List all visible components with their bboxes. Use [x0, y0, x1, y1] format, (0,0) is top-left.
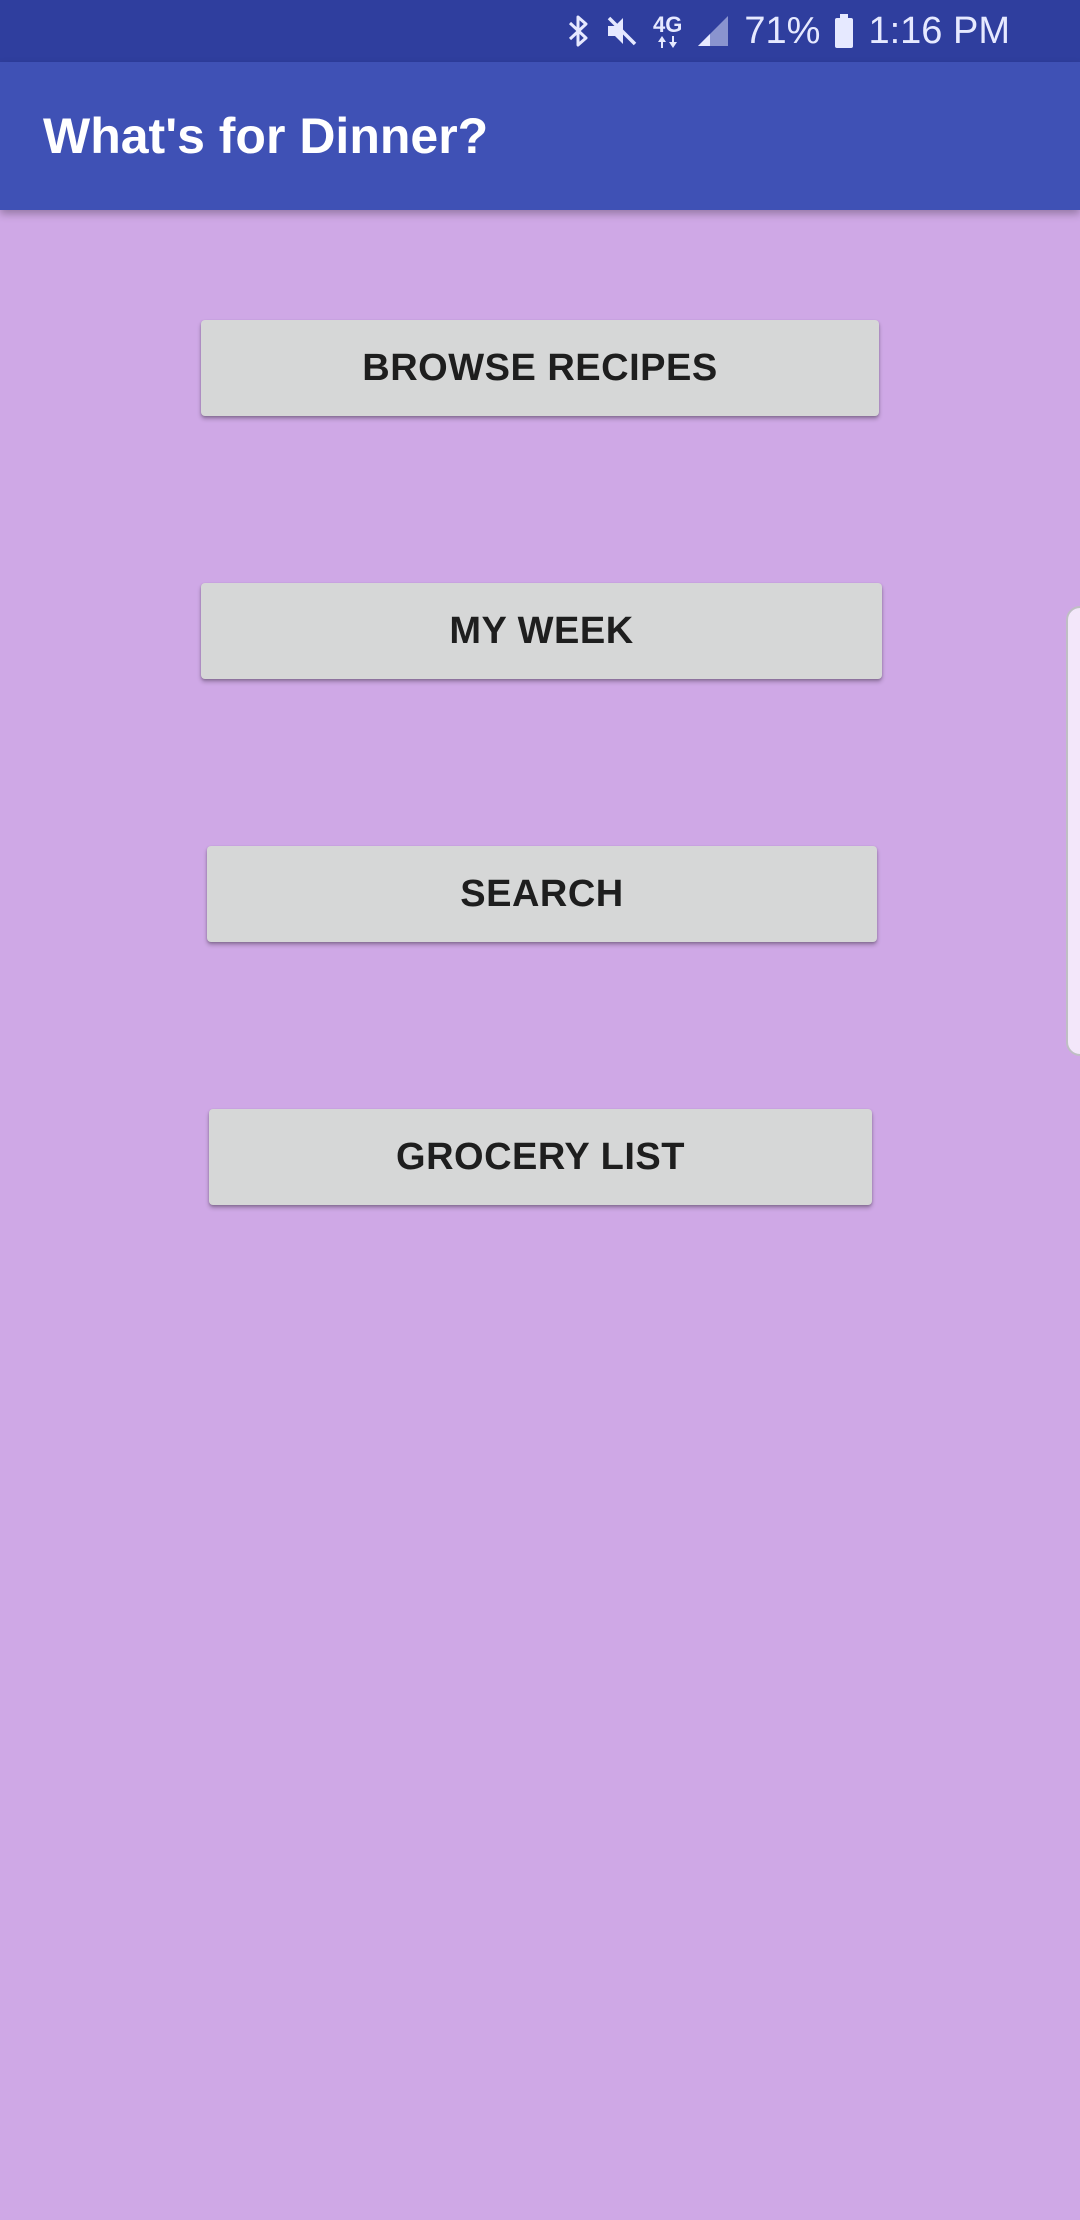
battery-percent: 71%	[744, 9, 821, 52]
status-icons: 4G 71% 1:16 PM	[567, 0, 1010, 62]
page-title: What's for Dinner?	[43, 108, 489, 164]
signal-icon	[696, 14, 730, 48]
bluetooth-icon	[567, 13, 591, 49]
network-4g-icon: 4G	[653, 14, 682, 48]
battery-icon	[834, 14, 854, 48]
status-bar: 4G 71% 1:16 PM	[0, 0, 1080, 62]
grocery-list-button[interactable]: GROCERY LIST	[209, 1109, 872, 1205]
mute-icon	[605, 14, 639, 48]
app-bar: What's for Dinner?	[0, 62, 1080, 210]
clock: 1:16 PM	[868, 9, 1010, 52]
browse-recipes-button[interactable]: BROWSE RECIPES	[201, 320, 879, 416]
edge-panel-handle[interactable]	[1066, 606, 1080, 1056]
my-week-button[interactable]: MY WEEK	[201, 583, 882, 679]
search-button[interactable]: SEARCH	[207, 846, 877, 942]
